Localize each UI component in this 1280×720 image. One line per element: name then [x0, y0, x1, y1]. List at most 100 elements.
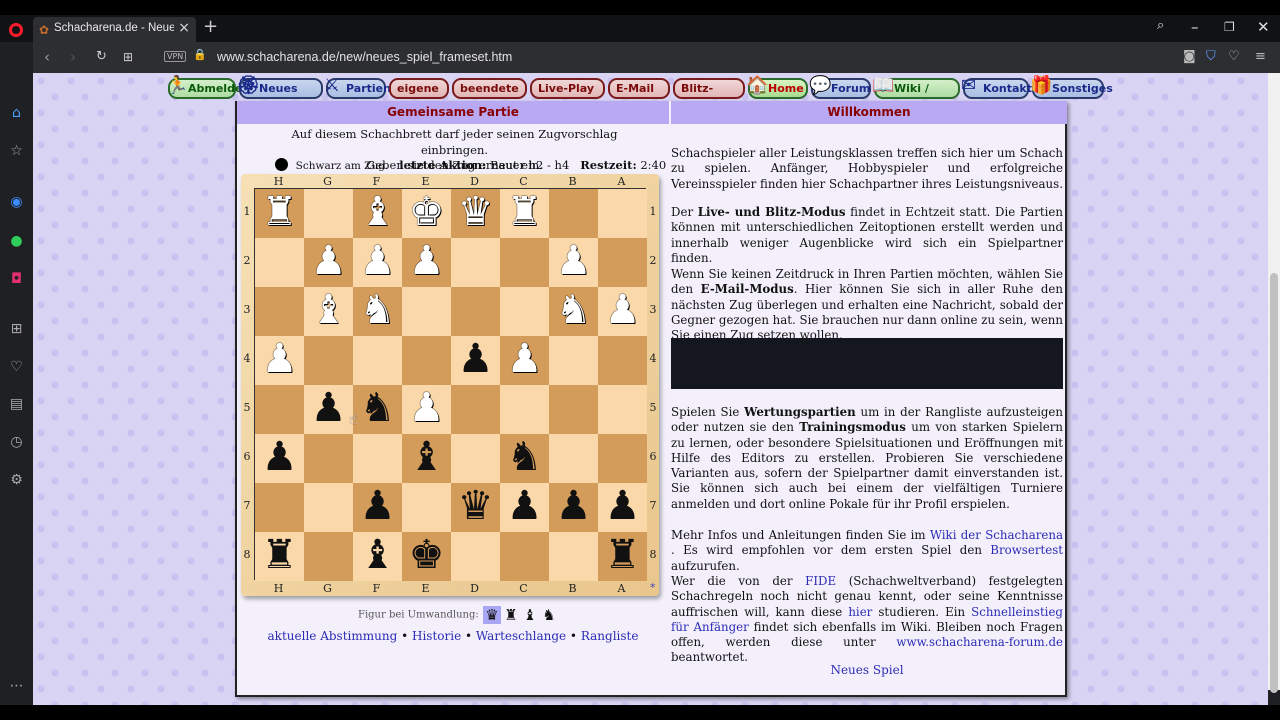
forum-link[interactable]: www.schacharena-forum.de: [896, 635, 1063, 649]
home-icon[interactable]: ⌂: [8, 105, 25, 122]
board-square[interactable]: [304, 336, 353, 385]
minimize-icon[interactable]: –: [1191, 18, 1199, 36]
board-square[interactable]: [549, 385, 598, 434]
board-square[interactable]: [402, 336, 451, 385]
menu-button-e-mail-p[interactable]: E-Mail P.: [608, 78, 670, 112]
ad-banner[interactable]: [671, 338, 1063, 389]
news-icon[interactable]: ▤: [8, 396, 25, 413]
white-pawn-icon[interactable]: ♟: [598, 287, 647, 336]
new-tab-icon[interactable]: +: [203, 16, 218, 37]
settings-icon[interactable]: ⚙: [8, 472, 25, 489]
ranking-link[interactable]: Rangliste: [581, 629, 639, 643]
board-square[interactable]: [451, 532, 500, 581]
white-rook-icon[interactable]: ♜: [500, 189, 549, 238]
url-field[interactable]: www.schacharena.de/new/neues_spiel_frame…: [217, 50, 512, 64]
chessboard[interactable]: ♜ ♝ ♚ ♛ ♜ ♟ ♟ ♟ ♟ ♝ ♞ ♞ ♟ ♟ ♟ ♟ ♟ ♞ ♟ ♟ ♝ ♞ ♟ ♛ ♟ ♟ ♟ ♜ ♝ ♚ ♜: [254, 188, 647, 581]
menu-button-abmelden[interactable]: 🏃 Abmelden: [166, 76, 250, 99]
messenger-icon[interactable]: ◉: [8, 194, 25, 211]
black-pawn-icon[interactable]: ♟: [500, 483, 549, 532]
board-square[interactable]: [549, 336, 598, 385]
vpn-badge[interactable]: VPN: [164, 51, 187, 62]
white-pawn-icon[interactable]: ♟: [304, 238, 353, 287]
white-knight-icon[interactable]: ♞: [353, 287, 402, 336]
board-square[interactable]: [255, 238, 304, 287]
browsertest-link[interactable]: Browsertest: [990, 543, 1063, 557]
tab-close-icon[interactable]: ×: [178, 20, 190, 36]
maximize-icon[interactable]: ❐: [1224, 20, 1235, 34]
history-link[interactable]: Historie: [412, 629, 461, 643]
black-king-icon[interactable]: ♚: [402, 532, 451, 581]
menu-button-live-play-p[interactable]: Live-Play P.: [530, 78, 605, 112]
menu-button-beendete-p[interactable]: beendete P.: [452, 78, 527, 112]
window-close-icon[interactable]: ✕: [1257, 18, 1270, 36]
white-rook-icon[interactable]: ♜: [255, 189, 304, 238]
promotion-bishop-icon[interactable]: ♝: [521, 606, 539, 624]
wiki-link[interactable]: Wiki der Schacharena: [930, 528, 1063, 542]
lock-icon[interactable]: 🔒: [193, 48, 207, 61]
board-square[interactable]: [255, 483, 304, 532]
menu-icon[interactable]: ≡: [1255, 49, 1266, 64]
promotion-knight-icon[interactable]: ♞: [540, 606, 558, 624]
board-square[interactable]: [255, 385, 304, 434]
promotion-queen-icon[interactable]: ♛: [482, 606, 501, 624]
white-queen-icon[interactable]: ♛: [451, 189, 500, 238]
board-square[interactable]: [598, 434, 647, 483]
menu-button-partien[interactable]: ⚔ Partien: [324, 76, 391, 99]
black-pawn-icon[interactable]: ♟: [549, 483, 598, 532]
board-square[interactable]: [549, 434, 598, 483]
history-icon[interactable]: ◷: [8, 434, 25, 451]
reload-icon[interactable]: ↻: [96, 49, 107, 64]
rules-here-link[interactable]: hier: [848, 605, 872, 619]
board-square[interactable]: [402, 483, 451, 532]
queue-link[interactable]: Warteschlange: [476, 629, 566, 643]
board-square[interactable]: [500, 287, 549, 336]
white-king-icon[interactable]: ♚: [402, 189, 451, 238]
board-square[interactable]: [304, 483, 353, 532]
whatsapp-icon[interactable]: ●: [8, 233, 25, 250]
menu-button-home[interactable]: 🏠 Home: [746, 76, 808, 99]
fide-link[interactable]: FIDE: [805, 574, 836, 588]
promotion-rook-icon[interactable]: ♜: [502, 606, 520, 624]
board-square[interactable]: [304, 189, 353, 238]
star-icon[interactable]: ☆: [8, 143, 25, 160]
more-icon[interactable]: ⋯: [8, 678, 25, 695]
black-bishop-icon[interactable]: ♝: [402, 434, 451, 483]
black-knight-icon[interactable]: ♞: [353, 385, 402, 434]
shield-icon[interactable]: ⛉: [1206, 49, 1216, 64]
black-pawn-icon[interactable]: ♟: [353, 483, 402, 532]
white-pawn-icon[interactable]: ♟: [500, 336, 549, 385]
white-knight-icon[interactable]: ♞: [549, 287, 598, 336]
camera-icon[interactable]: ◙: [1183, 49, 1196, 64]
board-square[interactable]: [451, 287, 500, 336]
white-bishop-icon[interactable]: ♝: [353, 189, 402, 238]
heart-icon[interactable]: ♡: [1228, 49, 1240, 64]
white-pawn-icon[interactable]: ♟: [255, 336, 304, 385]
board-square[interactable]: [304, 532, 353, 581]
instagram-icon[interactable]: ◘: [8, 271, 25, 288]
forward-icon[interactable]: ›: [70, 48, 76, 66]
board-square[interactable]: [500, 532, 549, 581]
current-vote-link[interactable]: aktuelle Abstimmung: [268, 629, 398, 643]
heart-icon[interactable]: ♡: [8, 359, 25, 376]
black-rook-icon[interactable]: ♜: [255, 532, 304, 581]
white-pawn-icon[interactable]: ♟: [353, 238, 402, 287]
board-square[interactable]: [304, 434, 353, 483]
board-square[interactable]: [451, 434, 500, 483]
browser-tab[interactable]: ✿ Schacharena.de - Neues Sp ×: [33, 17, 196, 42]
black-queen-icon[interactable]: ♛: [451, 483, 500, 532]
board-square[interactable]: [598, 238, 647, 287]
board-square[interactable]: [451, 238, 500, 287]
board-star[interactable]: *: [650, 581, 656, 594]
menu-button-eigene-p[interactable]: eigene P.: [389, 78, 449, 112]
black-knight-icon[interactable]: ♞: [500, 434, 549, 483]
black-bishop-icon[interactable]: ♝: [353, 532, 402, 581]
menu-button-sonstiges[interactable]: 🎁 Sonstiges: [1030, 76, 1113, 99]
tiles-icon[interactable]: ⊞: [8, 321, 25, 338]
white-pawn-icon[interactable]: ♟: [549, 238, 598, 287]
menu-button-blitz-modus[interactable]: Blitz-Modus: [673, 78, 745, 112]
black-pawn-icon[interactable]: ♟: [255, 434, 304, 483]
board-square[interactable]: [500, 385, 549, 434]
menu-button-neues-spiel[interactable]: 🏵Neues Spiel: [237, 76, 323, 112]
board-square[interactable]: [598, 336, 647, 385]
scrollbar-thumb[interactable]: [1270, 273, 1278, 693]
